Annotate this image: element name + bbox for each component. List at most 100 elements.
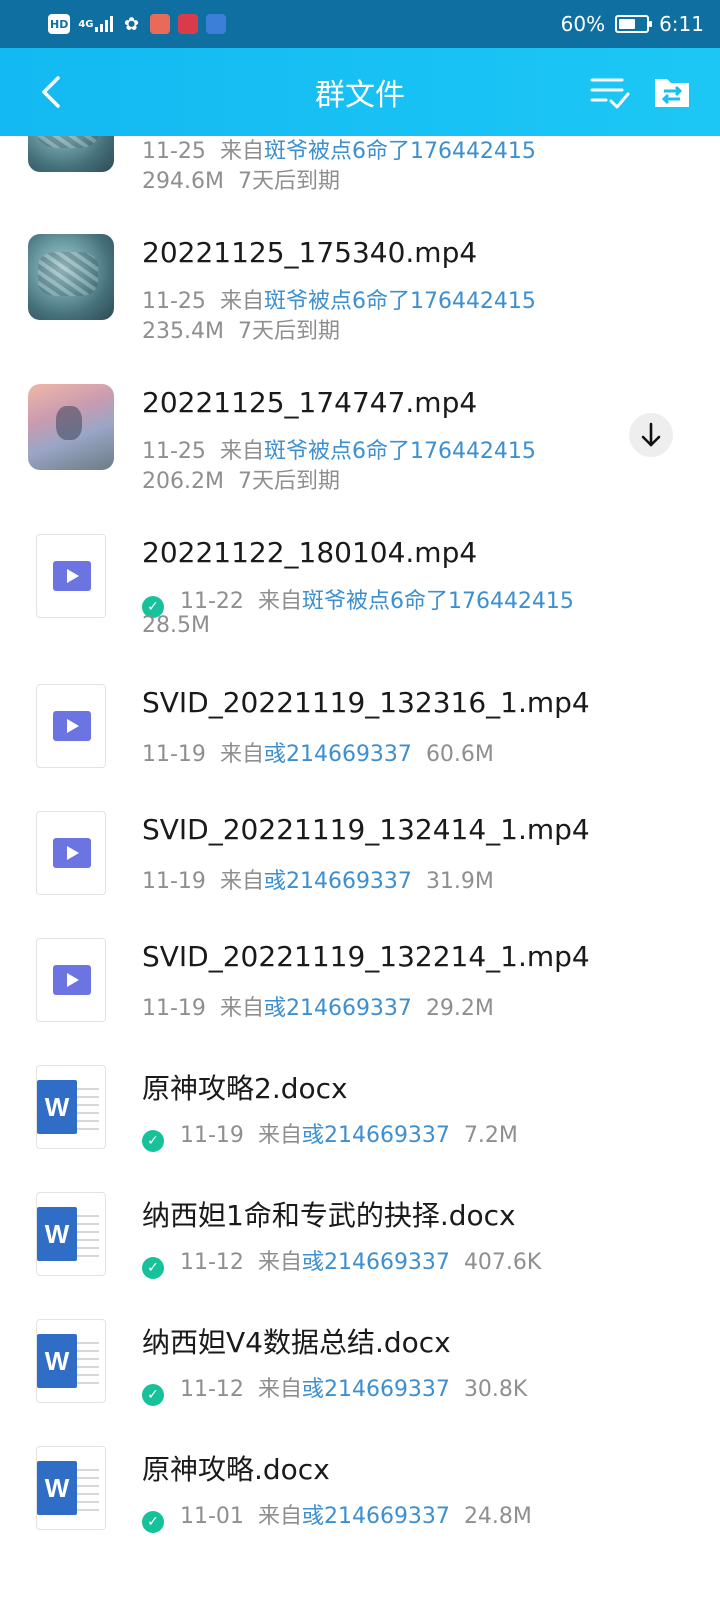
file-name: SVID_20221119_132214_1.mp4: [142, 940, 590, 973]
video-thumbnail: [28, 136, 114, 172]
file-date: 11-01: [180, 1504, 244, 1529]
word-file-icon: W: [36, 1446, 106, 1530]
file-size: 294.6M: [142, 169, 224, 194]
expiry-text: 7天后到期: [237, 469, 340, 494]
downloaded-check-icon: ✓: [142, 1384, 164, 1406]
file-date: 11-25: [142, 289, 206, 314]
file-list[interactable]: 11-25 来自斑爷被点6命了176442415 294.6M 7天后到期 20…: [0, 136, 720, 1600]
app-bar: 群文件: [0, 48, 720, 136]
hd-icon: HD: [48, 14, 71, 34]
from-label: 来自: [219, 439, 264, 464]
arrow-down-icon: [641, 422, 661, 447]
uploader-link[interactable]: 彧214669337: [264, 742, 412, 767]
file-size: 30.8K: [463, 1377, 528, 1402]
from-label: 来自: [257, 1504, 302, 1529]
uploader-link[interactable]: 斑爷被点6命了176442415: [302, 589, 574, 614]
file-size: 60.6M: [425, 742, 494, 767]
file-size: 24.8M: [463, 1504, 532, 1529]
file-size-expiry: 235.4M 7天后到期: [142, 313, 340, 345]
app-notification-icon: [149, 14, 170, 34]
expiry-text: 7天后到期: [237, 319, 340, 344]
file-meta: ✓ 11-12 来自彧214669337 407.6K: [142, 1244, 541, 1279]
from-label: 来自: [219, 869, 264, 894]
uploader-link[interactable]: 彧214669337: [264, 996, 412, 1021]
file-item[interactable]: 20221125_174747.mp4 11-25 来自斑爷被点6命了17644…: [0, 354, 720, 504]
uploader-link[interactable]: 斑爷被点6命了176442415: [264, 139, 536, 164]
battery-icon: [615, 15, 653, 33]
file-size: 206.2M: [142, 469, 224, 494]
folder-transfer-button[interactable]: [652, 72, 692, 112]
video-file-icon: [36, 938, 106, 1022]
downloaded-check-icon: ✓: [142, 1511, 164, 1533]
file-date: 11-25: [142, 139, 206, 164]
file-size: 7.2M: [463, 1123, 518, 1148]
uploader-link[interactable]: 彧214669337: [302, 1377, 450, 1402]
status-right: 60% 6:11: [561, 12, 704, 36]
network-type-label: 4G: [78, 18, 94, 30]
battery-percentage: 60%: [560, 12, 606, 36]
uploader-link[interactable]: 彧214669337: [264, 869, 412, 894]
file-name: 原神攻略2.docx: [142, 1072, 348, 1105]
status-icons: HD 4G ✿: [48, 14, 561, 35]
uploader-link[interactable]: 彧214669337: [302, 1250, 450, 1275]
file-meta: ✓ 11-01 来自彧214669337 24.8M: [142, 1498, 532, 1533]
file-size-expiry: 294.6M 7天后到期: [142, 163, 340, 195]
file-meta: ✓ 11-19 来自彧214669337 7.2M: [142, 1117, 518, 1152]
cloud-app-icon: [205, 14, 226, 34]
file-date: 11-19: [142, 869, 206, 894]
back-button[interactable]: [34, 72, 74, 112]
file-date: 11-12: [180, 1250, 244, 1275]
file-size: 28.5M: [142, 613, 210, 638]
word-file-icon: W: [36, 1319, 106, 1403]
file-name: 纳西妲V4数据总结.docx: [142, 1326, 451, 1359]
from-label: 来自: [219, 996, 264, 1021]
file-date: 11-25: [142, 439, 206, 464]
book-app-icon: [177, 14, 198, 34]
file-meta: 11-19 来自彧214669337 60.6M: [142, 736, 494, 768]
from-label: 来自: [257, 1250, 302, 1275]
file-name: 原神攻略.docx: [142, 1453, 330, 1486]
file-item[interactable]: 20221122_180104.mp4 ✓ 11-22 来自斑爷被点6命了1764…: [0, 504, 720, 654]
multi-select-button[interactable]: [590, 72, 630, 112]
file-meta: 11-25 来自斑爷被点6命了176442415: [142, 136, 536, 165]
from-label: 来自: [219, 289, 264, 314]
file-size: 407.6K: [463, 1250, 542, 1275]
video-file-icon: [36, 684, 106, 768]
from-label: 来自: [219, 139, 264, 164]
file-name: SVID_20221119_132414_1.mp4: [142, 813, 590, 846]
file-name: 20221125_174747.mp4: [142, 386, 478, 419]
file-meta: 11-25 来自斑爷被点6命了176442415: [142, 433, 536, 465]
file-date: 11-19: [142, 996, 206, 1021]
file-meta: 11-19 来自彧214669337 31.9M: [142, 863, 494, 895]
sort-check-icon: [590, 78, 630, 109]
video-thumbnail: [28, 234, 114, 320]
downloaded-check-icon: ✓: [142, 1257, 164, 1279]
file-name: 纳西妲1命和专武的抉择.docx: [142, 1199, 516, 1232]
video-file-icon: [36, 811, 106, 895]
uploader-link[interactable]: 斑爷被点6命了176442415: [264, 439, 536, 464]
file-date: 11-19: [142, 742, 206, 767]
file-date: 11-19: [180, 1123, 244, 1148]
uploader-link[interactable]: 彧214669337: [302, 1504, 450, 1529]
download-button[interactable]: [629, 413, 673, 457]
file-size: 29.2M: [425, 996, 494, 1021]
word-file-icon: W: [36, 1192, 106, 1276]
file-size: 31.9M: [425, 869, 494, 894]
video-file-icon: [36, 534, 106, 618]
expiry-text: 7天后到期: [237, 169, 340, 194]
file-item[interactable]: 11-25 来自斑爷被点6命了176442415 294.6M 7天后到期: [0, 136, 720, 204]
file-size: 235.4M: [142, 319, 224, 344]
file-item[interactable]: 20221125_175340.mp4 11-25 来自斑爷被点6命了17644…: [0, 204, 720, 354]
file-item[interactable]: W 原神攻略.docx ✓ 11-01 来自彧214669337 24.8M: [0, 1416, 720, 1566]
file-name: 20221122_180104.mp4: [142, 536, 478, 569]
uploader-link[interactable]: 斑爷被点6命了176442415: [264, 289, 536, 314]
file-size-expiry: 206.2M 7天后到期: [142, 463, 340, 495]
signal-icon: 4G: [78, 14, 113, 34]
file-name: 20221125_175340.mp4: [142, 236, 478, 269]
file-meta: 11-25 来自斑爷被点6命了176442415: [142, 283, 536, 315]
from-label: 来自: [257, 589, 302, 614]
uploader-link[interactable]: 彧214669337: [302, 1123, 450, 1148]
file-name: SVID_20221119_132316_1.mp4: [142, 686, 590, 719]
chevron-left-icon: [42, 76, 60, 108]
word-file-icon: W: [36, 1065, 106, 1149]
